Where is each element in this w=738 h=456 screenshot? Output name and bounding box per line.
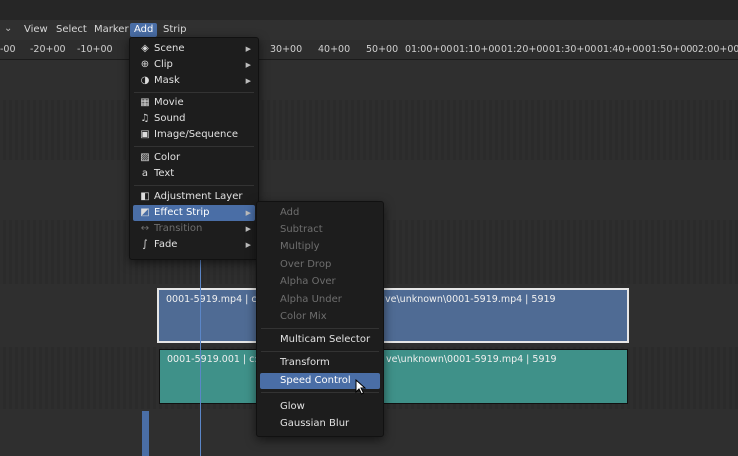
add-menu: ◈ Scene ▶ ⊕ Clip ▶ ◑ Mask ▶ ▦ Movie ♫ So… bbox=[129, 37, 259, 260]
adjustment-layer-icon: ◧ bbox=[140, 191, 150, 202]
menu-item-label: Transition bbox=[154, 223, 203, 234]
effect-item-glow[interactable]: Glow bbox=[260, 399, 380, 415]
effect-item-multiply[interactable]: Multiply bbox=[260, 239, 380, 255]
menu-item-label: Image/Sequence bbox=[154, 129, 239, 140]
add-menu-item-fade[interactable]: ∫ Fade ▶ bbox=[133, 237, 255, 253]
menu-separator bbox=[134, 146, 254, 147]
ruler-tick: -00 bbox=[0, 44, 16, 55]
menu-separator bbox=[134, 185, 254, 186]
menu-separator bbox=[134, 92, 254, 93]
effect-item-subtract[interactable]: Subtract bbox=[260, 222, 380, 238]
movie-icon: ▦ bbox=[140, 97, 150, 108]
scene-icon: ◈ bbox=[141, 43, 149, 54]
submenu-arrow-icon: ▶ bbox=[245, 77, 251, 85]
ruler-tick: 01:20+00 bbox=[501, 44, 549, 55]
strip-label: 0001-5919.mp4 | c:\U bbox=[166, 294, 270, 305]
sequencer-header: ⌄ View Select Marker Add Strip bbox=[0, 20, 738, 40]
effect-item-add[interactable]: Add bbox=[260, 205, 380, 221]
editor-type-chevron-icon[interactable]: ⌄ bbox=[4, 23, 12, 34]
clip-icon: ⊕ bbox=[140, 59, 150, 70]
menu-select[interactable]: Select bbox=[52, 23, 91, 37]
color-icon: ▨ bbox=[140, 152, 150, 163]
effect-item-alpha-over[interactable]: Alpha Over bbox=[260, 274, 380, 290]
sound-icon: ♫ bbox=[140, 113, 150, 124]
add-menu-item-sound[interactable]: ♫ Sound bbox=[133, 111, 255, 127]
sequencer-editor: ⌄ View Select Marker Add Strip -00 -20+0… bbox=[0, 0, 738, 456]
add-menu-item-image-sequence[interactable]: ▣ Image/Sequence bbox=[133, 127, 255, 143]
submenu-arrow-icon: ▶ bbox=[245, 225, 251, 233]
effect-item-color-mix[interactable]: Color Mix bbox=[260, 309, 380, 325]
add-menu-item-adjustment-layer[interactable]: ◧ Adjustment Layer bbox=[133, 189, 255, 205]
effect-item-gaussian-blur[interactable]: Gaussian Blur bbox=[260, 416, 380, 432]
channel-stripe bbox=[0, 100, 738, 160]
menu-item-label: Scene bbox=[154, 43, 185, 54]
transition-icon: ↔ bbox=[140, 223, 150, 234]
ruler-tick: 01:30+00 bbox=[549, 44, 597, 55]
ruler-tick: -10+00 bbox=[77, 44, 113, 55]
ruler-tick: 01:10+00 bbox=[453, 44, 501, 55]
mask-icon: ◑ bbox=[140, 75, 150, 86]
small-strip[interactable] bbox=[142, 411, 149, 456]
add-menu-item-movie[interactable]: ▦ Movie bbox=[133, 95, 255, 111]
effect-strip-icon: ◩ bbox=[140, 207, 150, 218]
ruler-tick: 01:50+00 bbox=[645, 44, 693, 55]
image-icon: ▣ bbox=[140, 129, 150, 140]
menu-item-label: Effect Strip bbox=[154, 207, 210, 218]
meta-strip[interactable]: 0001-5919.001 | c:\U ve\unknown\0001-591… bbox=[159, 349, 628, 404]
effect-item-transform[interactable]: Transform bbox=[260, 355, 380, 371]
ruler-tick: 40+00 bbox=[318, 44, 351, 55]
ruler-tick: 02:00+00 bbox=[692, 44, 738, 55]
movie-strip[interactable]: 0001-5919.mp4 | c:\U ve\unknown\0001-591… bbox=[157, 288, 629, 343]
menu-marker[interactable]: Marker bbox=[90, 23, 133, 37]
submenu-arrow-icon: ▶ bbox=[245, 209, 251, 217]
submenu-arrow-icon: ▶ bbox=[245, 61, 251, 69]
add-menu-item-clip[interactable]: ⊕ Clip ▶ bbox=[133, 57, 255, 73]
timeline-ruler[interactable]: -00 -20+00 -10+00 30+00 40+00 50+00 01:0… bbox=[0, 40, 738, 60]
channel-row bbox=[0, 60, 738, 100]
add-menu-item-effect-strip[interactable]: ◩ Effect Strip ▶ bbox=[133, 205, 255, 221]
menu-item-label: Text bbox=[154, 168, 175, 179]
menu-item-label: Sound bbox=[154, 113, 186, 124]
ruler-tick: 01:00+00 bbox=[405, 44, 453, 55]
menu-item-label: Movie bbox=[154, 97, 184, 108]
text-icon: a bbox=[141, 168, 149, 179]
add-menu-item-text[interactable]: a Text bbox=[133, 166, 255, 182]
menu-item-label: Mask bbox=[154, 75, 180, 86]
add-menu-item-transition[interactable]: ↔ Transition ▶ bbox=[133, 221, 255, 237]
ruler-tick: -20+00 bbox=[30, 44, 66, 55]
ruler-tick: 01:40+00 bbox=[597, 44, 645, 55]
menu-item-label: Adjustment Layer bbox=[154, 191, 243, 202]
menu-item-label: Color bbox=[154, 152, 181, 163]
strip-label-tail: ve\unknown\0001-5919.mp4 | 5919 bbox=[385, 294, 556, 305]
strip-label: 0001-5919.001 | c:\U bbox=[167, 354, 268, 365]
ruler-tick: 30+00 bbox=[270, 44, 303, 55]
effect-item-alpha-under[interactable]: Alpha Under bbox=[260, 292, 380, 308]
add-menu-item-scene[interactable]: ◈ Scene ▶ bbox=[133, 41, 255, 57]
add-menu-item-mask[interactable]: ◑ Mask ▶ bbox=[133, 73, 255, 89]
submenu-arrow-icon: ▶ bbox=[245, 241, 251, 249]
menu-item-label: Fade bbox=[154, 239, 178, 250]
fade-icon: ∫ bbox=[142, 239, 148, 250]
effect-strip-submenu: Add Subtract Multiply Over Drop Alpha Ov… bbox=[256, 201, 384, 437]
submenu-arrow-icon: ▶ bbox=[245, 45, 251, 53]
effect-item-over-drop[interactable]: Over Drop bbox=[260, 257, 380, 273]
strip-label-tail: ve\unknown\0001-5919.mp4 | 5919 bbox=[386, 354, 557, 365]
add-menu-item-color[interactable]: ▨ Color bbox=[133, 150, 255, 166]
menu-separator bbox=[261, 328, 379, 329]
menu-add[interactable]: Add bbox=[130, 23, 158, 37]
menu-strip[interactable]: Strip bbox=[159, 23, 191, 37]
menu-item-label: Clip bbox=[154, 59, 173, 70]
menu-view[interactable]: View bbox=[20, 23, 52, 37]
menu-separator bbox=[261, 351, 379, 352]
effect-item-multicam-selector[interactable]: Multicam Selector bbox=[260, 332, 380, 348]
mouse-pointer-icon bbox=[355, 379, 367, 395]
ruler-tick: 50+00 bbox=[366, 44, 399, 55]
